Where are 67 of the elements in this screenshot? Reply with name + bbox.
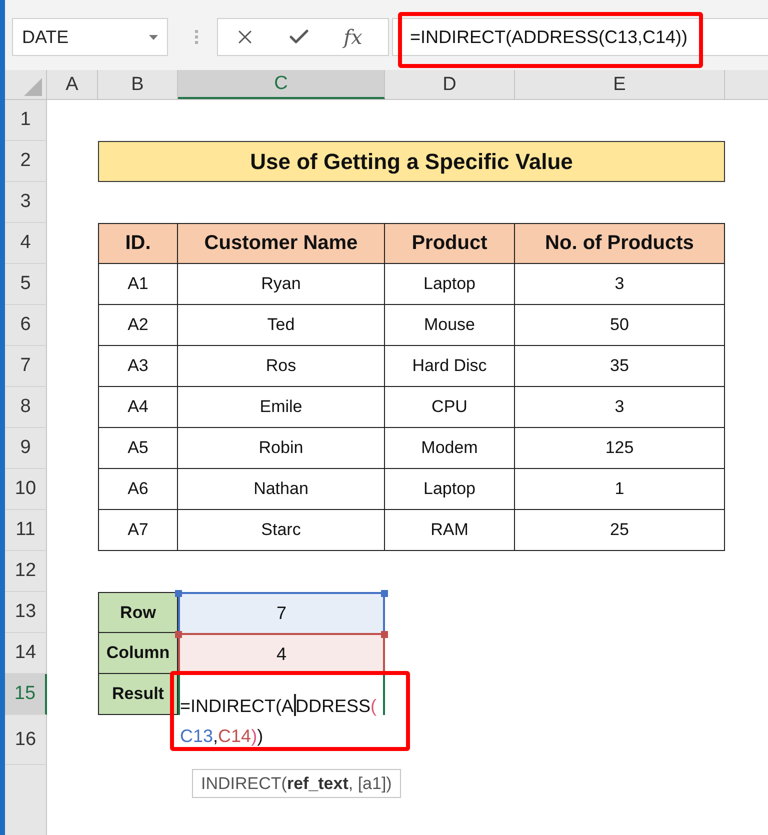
table-cell: Emile [178,387,385,428]
referenced-cell: 4 [178,633,385,674]
grip-dots-icon [195,30,198,44]
table-cell: Ted [178,305,385,346]
row-header[interactable]: 8 [5,387,47,428]
row-header[interactable]: 15 [5,674,47,715]
table-cell: Robin [178,428,385,469]
table-cell: A7 [98,510,178,551]
table-cell: Modem [385,428,515,469]
table-header-cell: Customer Name [178,223,385,264]
lookup-label-cell: Row [98,592,178,633]
table-cell: Ryan [178,264,385,305]
row-header[interactable]: 3 [5,182,47,223]
row-header[interactable]: 4 [5,223,47,264]
row-header[interactable]: 6 [5,305,47,346]
table-cell: A4 [98,387,178,428]
table-cell: CPU [385,387,515,428]
column-header[interactable]: C [178,70,385,99]
sheet-title: Use of Getting a Specific Value [98,141,725,182]
lookup-label-cell: Result [98,674,178,715]
table-cell: 25 [515,510,725,551]
table-cell: Mouse [385,305,515,346]
table-cell: Hard Disc [385,346,515,387]
row-header[interactable]: 11 [5,510,47,551]
lookup-label-cell: Column [98,633,178,674]
row-header[interactable]: 5 [5,264,47,305]
table-cell: Laptop [385,469,515,510]
range-handle[interactable] [381,590,388,597]
table-cell: A3 [98,346,178,387]
range-handle[interactable] [381,631,388,638]
dropdown-caret-icon [149,34,158,40]
table-cell: 3 [515,387,725,428]
range-handle[interactable] [175,590,182,597]
table-cell: 50 [515,305,725,346]
table-cell: Nathan [178,469,385,510]
table-cell: 1 [515,469,725,510]
table-cell: 35 [515,346,725,387]
function-tooltip: INDIRECT(ref_text, [a1]) [192,769,401,798]
row-header[interactable]: 14 [5,633,47,674]
table-cell: Laptop [385,264,515,305]
row-header[interactable]: 1 [5,100,47,141]
table-header-cell: No. of Products [515,223,725,264]
table-cell: 3 [515,264,725,305]
insert-function-button[interactable]: fx [326,19,380,55]
table-cell: Starc [178,510,385,551]
table-cell: A5 [98,428,178,469]
table-cell: A6 [98,469,178,510]
row-header[interactable]: 2 [5,141,47,182]
formula-bar[interactable]: =INDIRECT(ADDRESS(C13,C14)) [392,18,768,56]
row-header[interactable]: 12 [5,551,47,592]
row-header[interactable]: 7 [5,346,47,387]
row-header[interactable]: 16 [5,715,47,765]
row-header[interactable]: 9 [5,428,47,469]
row-header[interactable]: 10 [5,469,47,510]
range-handle[interactable] [175,631,182,638]
table-cell: 125 [515,428,725,469]
table-header-cell: ID. [98,223,178,264]
corner-triangle-icon [24,78,42,96]
table-cell: A2 [98,305,178,346]
table-cell: A1 [98,264,178,305]
table-header-cell: Product [385,223,515,264]
row-header[interactable]: 13 [5,592,47,633]
table-cell: RAM [385,510,515,551]
text-cursor-icon [294,694,296,716]
name-box[interactable]: DATE [12,18,168,56]
table-cell: Ros [178,346,385,387]
referenced-cell: 7 [178,592,385,633]
